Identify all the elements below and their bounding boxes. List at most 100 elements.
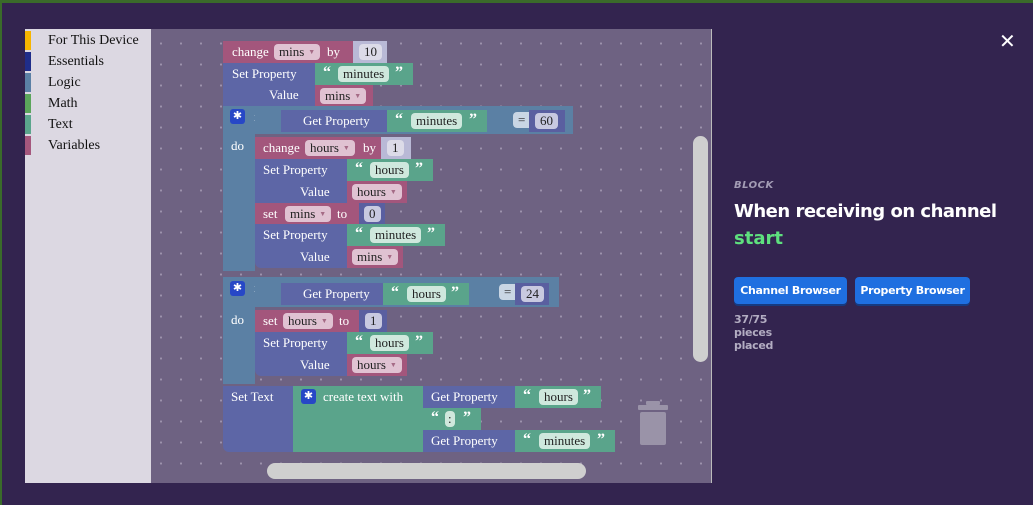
number-block[interactable]: 10: [353, 41, 387, 63]
number-field[interactable]: 24: [521, 286, 544, 302]
vertical-scrollbar[interactable]: [693, 136, 708, 362]
variable-block[interactable]: hours ▼: [347, 354, 407, 376]
variable-block[interactable]: mins ▼: [347, 246, 403, 268]
text-block[interactable]: “minutes”: [387, 110, 487, 132]
category-label: Essentials: [48, 54, 104, 69]
block-workspace[interactable]: For This Device Essentials Logic Math Te…: [25, 29, 712, 483]
toolbox-category-for-this-device[interactable]: For This Device: [25, 30, 151, 51]
set-property-block[interactable]: Set Property Value: [255, 224, 347, 268]
variable-dropdown[interactable]: mins ▼: [352, 249, 399, 265]
channel-browser-button[interactable]: Channel Browser: [734, 277, 847, 304]
number-field[interactable]: 0: [364, 206, 381, 222]
text-block[interactable]: “hours”: [515, 386, 601, 408]
set-text-block[interactable]: Set Text: [223, 386, 293, 452]
block-label: Value: [300, 184, 330, 199]
if-block[interactable]: ✱ if do: [223, 106, 262, 271]
block-label: Value: [300, 249, 330, 264]
block-label: Set Text: [231, 389, 274, 404]
block-label: to: [339, 313, 350, 328]
variable-dropdown[interactable]: hours ▼: [283, 313, 333, 329]
trash-icon[interactable]: [637, 401, 669, 445]
category-color: [25, 115, 31, 134]
variable-dropdown[interactable]: hours ▼: [352, 184, 402, 200]
category-label: Variables: [48, 138, 101, 153]
toolbox: For This Device Essentials Logic Math Te…: [25, 29, 151, 483]
variable-block[interactable]: mins ▼: [315, 85, 373, 107]
text-field[interactable]: minutes: [539, 433, 591, 449]
text-field[interactable]: minutes: [411, 113, 463, 129]
set-property-block[interactable]: Set Property Value: [255, 332, 347, 376]
text-field[interactable]: minutes: [338, 66, 390, 82]
get-property-block[interactable]: Get Property: [423, 386, 515, 408]
number-block[interactable]: 1: [381, 137, 411, 159]
change-variable-block[interactable]: change hours ▼ by: [255, 137, 381, 159]
text-field[interactable]: hours: [407, 286, 446, 302]
number-block[interactable]: 60: [529, 110, 565, 132]
block-label: create text with: [323, 389, 404, 404]
block-label: do: [231, 138, 244, 153]
variable-dropdown[interactable]: mins ▼: [274, 44, 321, 60]
gear-icon[interactable]: ✱: [230, 281, 245, 296]
number-block[interactable]: 0: [359, 203, 385, 225]
block-label: Set Property: [263, 162, 328, 177]
block-label: change: [232, 44, 269, 59]
number-field[interactable]: 10: [359, 44, 382, 60]
text-block[interactable]: “hours”: [347, 332, 433, 354]
category-label: Math: [48, 96, 78, 111]
panel-kicker: BLOCK: [734, 180, 774, 191]
text-field[interactable]: :: [445, 411, 455, 427]
variable-block[interactable]: hours ▼: [347, 181, 407, 203]
number-block[interactable]: 24: [515, 283, 549, 305]
change-variable-block[interactable]: change mins ▼ by: [223, 41, 353, 63]
get-property-block[interactable]: Get Property: [281, 283, 383, 305]
block-label: by: [327, 44, 340, 59]
number-field[interactable]: 1: [365, 313, 382, 329]
get-property-block[interactable]: Get Property: [281, 110, 387, 132]
text-field[interactable]: hours: [539, 389, 578, 405]
text-field[interactable]: minutes: [370, 227, 422, 243]
block-label: Value: [269, 87, 299, 102]
text-block[interactable]: “hours”: [383, 283, 469, 305]
text-field[interactable]: hours: [370, 162, 409, 178]
pieces-placed-count: 37/75 pieces placed: [734, 313, 774, 352]
toolbox-category-variables[interactable]: Variables: [25, 135, 151, 156]
toolbox-category-math[interactable]: Math: [25, 93, 151, 114]
category-label: Logic: [48, 75, 81, 90]
toolbox-category-text[interactable]: Text: [25, 114, 151, 135]
create-text-with-block[interactable]: ✱ create text with: [293, 386, 423, 452]
block-label: Set Property: [263, 227, 328, 242]
block-label: by: [363, 140, 376, 155]
set-variable-block[interactable]: set mins ▼ to: [255, 203, 359, 225]
number-field[interactable]: 60: [535, 113, 558, 129]
category-label: Text: [48, 117, 73, 132]
variable-dropdown[interactable]: hours ▼: [305, 140, 355, 156]
horizontal-scrollbar[interactable]: [267, 463, 586, 479]
get-property-block[interactable]: Get Property: [423, 430, 515, 452]
block-label: Get Property: [431, 433, 498, 448]
text-block[interactable]: “:”: [423, 408, 481, 430]
text-block[interactable]: “minutes”: [315, 63, 413, 85]
variable-dropdown[interactable]: mins ▼: [320, 88, 367, 104]
block-label: set: [263, 313, 278, 328]
gear-icon[interactable]: ✱: [230, 109, 245, 124]
if-block[interactable]: ✱ if do: [223, 277, 262, 384]
text-block[interactable]: “minutes”: [347, 224, 445, 246]
category-color: [25, 73, 31, 92]
set-variable-block[interactable]: set hours ▼ to: [255, 310, 359, 332]
close-icon[interactable]: ✕: [999, 29, 1016, 53]
variable-dropdown[interactable]: mins ▼: [285, 206, 332, 222]
gear-icon[interactable]: ✱: [301, 389, 316, 404]
number-block[interactable]: 1: [359, 310, 387, 332]
variable-dropdown[interactable]: hours ▼: [352, 357, 402, 373]
set-property-block[interactable]: Set Property Value: [255, 159, 347, 203]
block-label: Get Property: [303, 286, 370, 301]
text-field[interactable]: hours: [370, 335, 409, 351]
set-property-block[interactable]: Set Property Value: [223, 63, 315, 106]
toolbox-category-essentials[interactable]: Essentials: [25, 51, 151, 72]
text-block[interactable]: “hours”: [347, 159, 433, 181]
toolbox-category-logic[interactable]: Logic: [25, 72, 151, 93]
text-block[interactable]: “minutes”: [515, 430, 615, 452]
number-field[interactable]: 1: [387, 140, 404, 156]
property-browser-button[interactable]: Property Browser: [855, 277, 970, 304]
modal: For This Device Essentials Logic Math Te…: [2, 3, 1033, 505]
